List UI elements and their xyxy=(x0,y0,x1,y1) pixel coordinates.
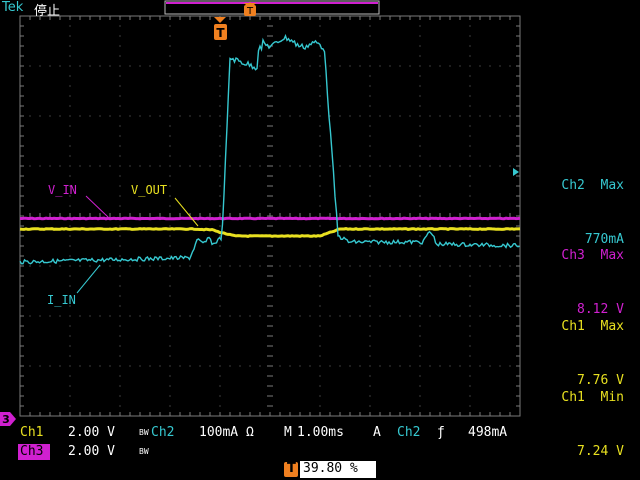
trigger-marker[interactable]: T xyxy=(214,17,227,40)
acquisition-state: 停止 xyxy=(34,4,61,19)
label-v-in: V_IN xyxy=(48,183,77,197)
ch2-scale[interactable]: 100mA Ω xyxy=(199,425,254,440)
v-out-leader xyxy=(174,197,199,227)
ch1-name[interactable]: Ch1 xyxy=(20,425,43,440)
trigger-channel[interactable]: Ch2 xyxy=(397,425,420,440)
trigger-level-marker[interactable] xyxy=(513,168,519,176)
ch1-scale[interactable]: 2.00 V xyxy=(68,425,115,440)
v-in-leader xyxy=(85,195,109,218)
svg-text:3: 3 xyxy=(2,413,10,426)
trigger-source-a: A xyxy=(373,425,381,440)
svg-text:T: T xyxy=(216,26,225,40)
trigger-position-marker-top: T xyxy=(244,3,256,17)
graticule xyxy=(19,15,521,417)
trigger-pos-icon: T xyxy=(284,461,298,477)
measurement-ch1-min[interactable]: Ch1 Min 7.24 V xyxy=(532,353,624,479)
timebase-value[interactable]: 1.00ms xyxy=(297,425,344,440)
trace-v-in xyxy=(20,216,521,221)
ch3-name-box[interactable]: Ch3 xyxy=(18,444,50,460)
tek-brand: Tek xyxy=(2,0,24,15)
measurement-title: Ch3 Max xyxy=(561,248,624,263)
svg-text:T: T xyxy=(246,6,254,17)
trigger-slope-icon: ƒ xyxy=(437,425,445,440)
trigger-pos-value: 39.80 % xyxy=(303,461,358,476)
trigger-pos-icon-glyph: T xyxy=(287,461,296,476)
label-i-in: I_IN xyxy=(47,293,76,307)
ch3-ground-marker[interactable]: 3 xyxy=(0,412,16,426)
trigger-level[interactable]: 498mA xyxy=(468,425,507,440)
measurement-title: Ch1 Max xyxy=(561,319,624,334)
measurement-value: 7.24 V xyxy=(577,444,624,459)
measurement-title: Ch1 Min xyxy=(561,390,624,405)
i-in-leader xyxy=(76,264,101,294)
trace-v-out xyxy=(19,227,521,238)
ch2-name[interactable]: Ch2 xyxy=(151,425,174,440)
timebase-m: M xyxy=(284,425,292,440)
measurement-title: Ch2 Max xyxy=(561,178,624,193)
record-bar-window xyxy=(166,2,378,4)
ch3-name: Ch3 xyxy=(20,444,44,459)
label-v-out: V_OUT xyxy=(131,183,168,197)
trigger-pos-box[interactable]: 39.80 % xyxy=(300,461,376,478)
ch3-scale[interactable]: 2.00 V xyxy=(68,444,115,459)
ch1-bw-indicator: BW xyxy=(139,428,149,437)
ch3-bw-indicator: BW xyxy=(139,447,149,456)
